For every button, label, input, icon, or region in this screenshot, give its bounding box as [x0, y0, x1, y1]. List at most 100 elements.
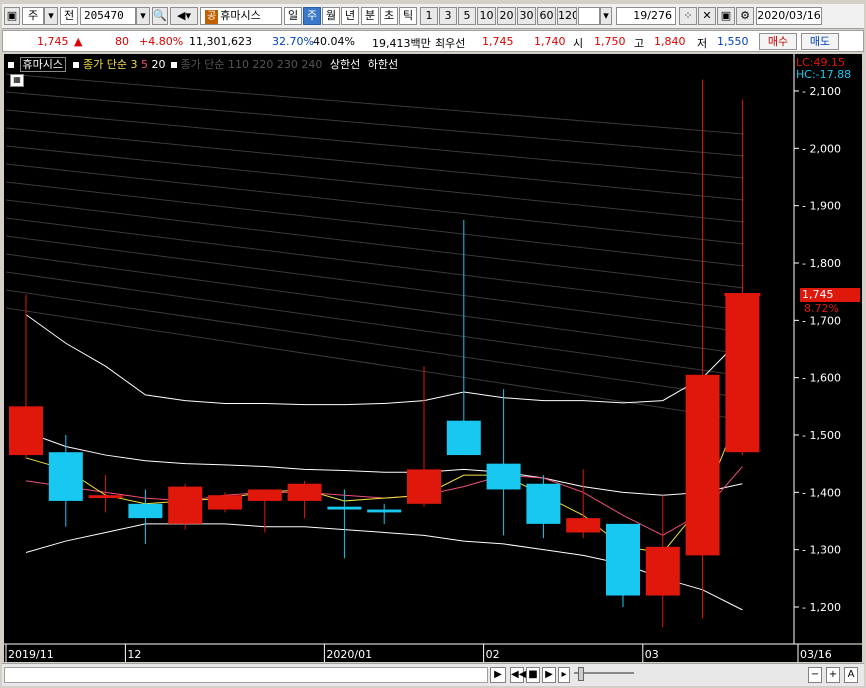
- current-price-tag: 1,745: [800, 288, 860, 302]
- menu-icon[interactable]: ▣: [4, 7, 20, 25]
- legend-upper-band[interactable]: 상한선: [330, 58, 360, 71]
- candle-down: [128, 503, 163, 519]
- save-icon[interactable]: ▣: [717, 7, 735, 25]
- up-arrow-icon: ▲: [74, 35, 83, 48]
- legend-ma5[interactable]: 5: [141, 58, 148, 71]
- faded-ma-line: [5, 271, 745, 377]
- chevron-down-icon[interactable]: ▾: [44, 7, 58, 25]
- gear-icon[interactable]: ⚙: [736, 7, 754, 25]
- interval-30[interactable]: 30: [517, 7, 536, 25]
- candle-up: [645, 546, 680, 596]
- legend-marker: [8, 62, 14, 68]
- current-pct-tag: 8.72%: [804, 302, 839, 315]
- rewind-icon[interactable]: ◀◀: [510, 667, 526, 683]
- interval-3[interactable]: 3: [439, 7, 457, 25]
- buy-button[interactable]: 매수: [759, 33, 797, 50]
- zoom-scale: [642, 667, 802, 681]
- ask-price: 1,745: [482, 35, 514, 48]
- play-icon[interactable]: ▶: [542, 667, 556, 683]
- period-minute[interactable]: 분: [361, 7, 379, 25]
- faded-ma-line: [5, 91, 745, 157]
- candle-up: [168, 486, 203, 524]
- chart-scrollbar: ▶ ◀◀ ■ ▶ ▸ − + A: [2, 663, 864, 686]
- interval-1[interactable]: 1: [420, 7, 438, 25]
- legend-ma3[interactable]: 종가 단순 3: [83, 58, 137, 71]
- y-tick-label: - 1,400: [802, 486, 841, 499]
- search-icon[interactable]: 🔍: [152, 7, 168, 25]
- candle-up: [287, 483, 322, 501]
- candle-down: [446, 420, 481, 456]
- best-quote-label: 최우선: [435, 37, 466, 50]
- scroll-track[interactable]: [4, 667, 488, 683]
- interval-10[interactable]: 10: [477, 7, 496, 25]
- interval-20[interactable]: 20: [497, 7, 516, 25]
- period-second[interactable]: 초: [380, 7, 398, 25]
- grid-icon[interactable]: ⁘: [679, 7, 697, 25]
- period-week[interactable]: 주: [303, 7, 321, 25]
- market-select[interactable]: 주: [22, 7, 44, 25]
- upper-band-line: [25, 314, 743, 406]
- interval-5[interactable]: 5: [458, 7, 476, 25]
- zoom-slider-thumb[interactable]: [578, 667, 584, 681]
- faded-ma-line: [5, 127, 745, 201]
- stock-code-input[interactable]: 205470: [80, 7, 136, 25]
- price-chart[interactable]: - 1,200 - 1,300 - 1,400 - 1,500 - 1,600 - 1,7…: [4, 54, 862, 662]
- period-day[interactable]: 일: [284, 7, 302, 25]
- low-price: 1,550: [717, 35, 749, 48]
- legend-marker: [170, 62, 177, 68]
- chart-window: ▣ 주 ▾ 전 205470 ▾ 🔍 ◀▾ 공 휴마시스 일 주 월 년 분 초 …: [0, 0, 866, 688]
- date-input[interactable]: 2020/03/16: [756, 7, 822, 25]
- period-tick[interactable]: 틱: [399, 7, 417, 25]
- faded-ma-line: [5, 109, 745, 179]
- custom-interval-input[interactable]: [578, 7, 600, 25]
- line-tool-icon[interactable]: ✕: [698, 7, 716, 25]
- x-tick-label: 2020/01: [326, 648, 372, 661]
- font-size-button[interactable]: A: [844, 667, 858, 683]
- volume-ratio: 32.70%: [272, 35, 314, 48]
- faded-ma-line: [5, 235, 745, 333]
- chevron-down-icon[interactable]: ▾: [600, 7, 612, 25]
- interval-60[interactable]: 60: [537, 7, 556, 25]
- x-tick-label: 02: [486, 648, 500, 661]
- legend-marker: [73, 62, 80, 68]
- stock-name[interactable]: 공 휴마시스: [200, 7, 282, 25]
- y-tick-label: - 2,000: [802, 142, 841, 155]
- stop-icon[interactable]: ■: [526, 667, 540, 683]
- period-year[interactable]: 년: [341, 7, 359, 25]
- faded-ma-line: [5, 199, 745, 289]
- scroll-end-icon[interactable]: ▶: [490, 667, 506, 683]
- x-tick-label: 03: [645, 648, 659, 661]
- candle-up: [566, 518, 601, 533]
- legend-faded-ma[interactable]: 종가 단순 110 220 230 240: [180, 58, 322, 71]
- count-field[interactable]: 19/276: [616, 7, 676, 25]
- speaker-icon[interactable]: ◀▾: [170, 7, 198, 25]
- sell-button[interactable]: 매도: [801, 33, 839, 50]
- y-tick-label: - 1,900: [802, 200, 841, 213]
- chevron-down-icon[interactable]: ▾: [136, 7, 150, 25]
- hc-value: HC:-17.88: [796, 68, 852, 81]
- candle-up: [247, 489, 282, 501]
- candle-up: [685, 374, 720, 556]
- toolbar: ▣ 주 ▾ 전 205470 ▾ 🔍 ◀▾ 공 휴마시스 일 주 월 년 분 초 …: [2, 4, 864, 29]
- legend-header: 휴마시스 종가 단순 3 5 20 종가 단순 110 220 230 240 …: [8, 56, 398, 72]
- x-tick-label: 2019/11: [8, 648, 54, 661]
- legend-ma20[interactable]: 20: [151, 58, 165, 71]
- candle-down: [606, 523, 640, 596]
- current-price: 1,745: [37, 35, 69, 48]
- table-icon[interactable]: ▦: [10, 74, 24, 87]
- legend-stock-name[interactable]: 휴마시스: [19, 57, 66, 72]
- legend-lower-band[interactable]: 하한선: [368, 58, 398, 71]
- ma20-line: [25, 431, 743, 496]
- interval-120[interactable]: 120: [557, 7, 577, 25]
- zoom-in-button[interactable]: +: [826, 667, 840, 683]
- zoom-out-button[interactable]: −: [808, 667, 822, 683]
- jeon-button[interactable]: 전: [60, 7, 78, 25]
- turnover-rate: 40.04%: [313, 35, 355, 48]
- count-value: 19: [633, 9, 648, 22]
- chart-panel[interactable]: - 1,200 - 1,300 - 1,400 - 1,500 - 1,600 - 1,7…: [4, 54, 862, 662]
- y-tick-label: - 1,500: [802, 429, 841, 442]
- candle-up: [9, 406, 43, 456]
- period-month[interactable]: 월: [322, 7, 340, 25]
- faded-ma-line: [5, 307, 745, 421]
- step-icon[interactable]: ▸: [558, 667, 570, 683]
